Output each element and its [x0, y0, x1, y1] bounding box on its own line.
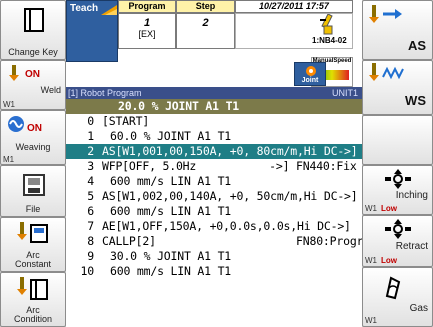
program-number-field[interactable]: 1 [EX] [118, 13, 176, 49]
retract-tag: W1 [365, 256, 377, 265]
ws-label: WS [405, 93, 426, 108]
line-number: 5 [87, 189, 94, 203]
weld-tag: W1 [3, 100, 15, 109]
retract-speed: Low [381, 256, 397, 265]
program-editor[interactable]: [1] Robot Program UNIT1 20.0 % JOINT A1 … [66, 87, 362, 327]
program-title-bar: [1] Robot Program UNIT1 [66, 87, 362, 99]
weaving-tag: M1 [3, 155, 15, 164]
program-line[interactable]: 4 600 mm/s LIN A1 T1 [66, 174, 362, 189]
step-number: 2 [202, 17, 209, 29]
change-key-label: Change Key [8, 47, 58, 57]
header-row-text: 20.0 % JOINT A1 T1 [118, 99, 240, 113]
line-number: 3 [87, 159, 94, 173]
teach-mode-label: Teach [70, 3, 99, 14]
program-line[interactable]: 3 WFP[OFF, 5.0Hz ->] FN440:Fix F [66, 159, 362, 174]
program-line[interactable]: 1 60.0 % JOINT A1 T1 [66, 129, 362, 144]
datetime-display: 10/27/2011 17:57 [235, 0, 353, 13]
program-line[interactable]: 7 AE[W1,OFF,150A, +0,0.0s,0.0s,Hi DC->] [66, 219, 362, 234]
step-number-field[interactable]: 2 [176, 13, 235, 49]
program-header-row: 20.0 % JOINT A1 T1 [66, 99, 362, 114]
file-label: File [25, 204, 41, 214]
line-number: 4 [87, 174, 94, 188]
inching-tag: W1 [365, 204, 377, 213]
program-sub: [EX] [138, 29, 156, 39]
weld-label: Weld [40, 85, 61, 95]
inching-label: Inching [395, 190, 428, 201]
line-number: 1 [87, 129, 94, 143]
line-text: 60.0 % JOINT A1 T1 [110, 129, 232, 143]
gas-button[interactable]: Gas W1 [362, 267, 433, 327]
weaving-icon [7, 115, 25, 138]
coordinate-label: Joint [301, 77, 319, 84]
torch-arrow-icon [367, 5, 403, 30]
arc-constant-icon [15, 222, 49, 249]
teach-mode-indicator: Teach [66, 0, 118, 62]
robot-tag: 1:NB4-02 [312, 36, 347, 45]
line-text: 30.0 % JOINT A1 T1 [110, 249, 232, 263]
program-line[interactable]: 2 AS[W1,001,00,150A, +0, 80cm/m,Hi DC->] [66, 144, 362, 159]
gas-tag: W1 [365, 316, 377, 325]
torch-wave-icon [367, 63, 407, 88]
gas-icon [381, 274, 405, 305]
line-number: 9 [87, 249, 94, 263]
arc-constant-button[interactable]: Arc Constant [0, 217, 66, 272]
line-text: 600 mm/s LIN A1 T1 [110, 264, 232, 278]
book-icon [23, 7, 45, 38]
ws-button[interactable]: WS [362, 60, 433, 115]
torch-icon [7, 65, 21, 86]
line-number: 0 [87, 114, 94, 128]
program-line[interactable]: 8 CALLP[2] FN80:Progra [66, 234, 362, 249]
line-text: CALLP[2] [102, 234, 156, 248]
arc-constant-label: Arc Constant [14, 250, 52, 269]
line-text: AE[W1,OFF,150A, +0,0.0s,0.0s,Hi DC->] [102, 219, 351, 233]
line-number: 2 [87, 144, 94, 158]
arc-condition-icon [15, 277, 49, 306]
line-text: 600 mm/s LIN A1 T1 [110, 174, 232, 188]
program-number: 1 [143, 17, 151, 29]
coordinate-system-button[interactable]: Joint [294, 62, 326, 86]
line-text: AS[W1,001,00,150A, +0, 80cm/m,Hi DC->] [102, 144, 358, 158]
inching-speed: Low [381, 204, 397, 213]
line-number: 7 [87, 219, 94, 233]
line-text: [START] [102, 114, 150, 128]
step-header: Step [176, 0, 235, 13]
teach-pendant-icon [101, 3, 117, 18]
retract-label: Retract [395, 241, 428, 252]
line-text: AS[W1,002,00,140A, +0, 50cm/m,Hi DC->] [102, 189, 358, 203]
weaving-on-indicator: ON [27, 123, 42, 134]
program-line[interactable]: 9 30.0 % JOINT A1 T1 [66, 249, 362, 264]
program-line[interactable]: 0 [START] [66, 114, 362, 129]
line-number: 8 [87, 234, 94, 248]
program-line[interactable]: 5 AS[W1,002,00,140A, +0, 50cm/m,Hi DC->] [66, 189, 362, 204]
line-text: WFP[OFF, 5.0Hz [102, 159, 197, 173]
line-number: 10 [80, 264, 95, 278]
unit-label: UNIT1 [331, 88, 358, 98]
as-button[interactable]: AS [362, 0, 433, 60]
file-icon [23, 174, 45, 201]
line-comment: FN80:Progra [296, 234, 362, 248]
arc-condition-button[interactable]: Arc Condition [0, 272, 66, 327]
blank-right-button[interactable] [362, 115, 433, 165]
weaving-button[interactable]: ON Weaving M1 [0, 110, 66, 165]
retract-button[interactable]: Retract W1 Low [362, 215, 433, 267]
gas-label: Gas [409, 303, 428, 314]
program-line[interactable]: 10 600 mm/s LIN A1 T1 [66, 264, 362, 279]
weaving-label: Weaving [15, 142, 51, 152]
inching-button[interactable]: Inching W1 Low [362, 165, 433, 215]
line-comment: ->] FN440:Fix F [269, 159, 362, 173]
robot-status-area: 1:NB4-02 [235, 13, 353, 49]
file-button[interactable]: File [0, 165, 66, 217]
program-line[interactable]: 6 600 mm/s LIN A1 T1 [66, 204, 362, 219]
arc-condition-label: Arc Condition [13, 305, 53, 324]
weld-button[interactable]: ON Weld W1 [0, 60, 66, 110]
program-title: [1] Robot Program [68, 88, 142, 98]
line-text: 600 mm/s LIN A1 T1 [110, 204, 232, 218]
weld-on-indicator: ON [25, 69, 40, 80]
line-number: 6 [87, 204, 94, 218]
as-label: AS [407, 38, 426, 53]
change-key-button[interactable]: Change Key [0, 0, 66, 60]
program-header: Program [118, 0, 176, 13]
